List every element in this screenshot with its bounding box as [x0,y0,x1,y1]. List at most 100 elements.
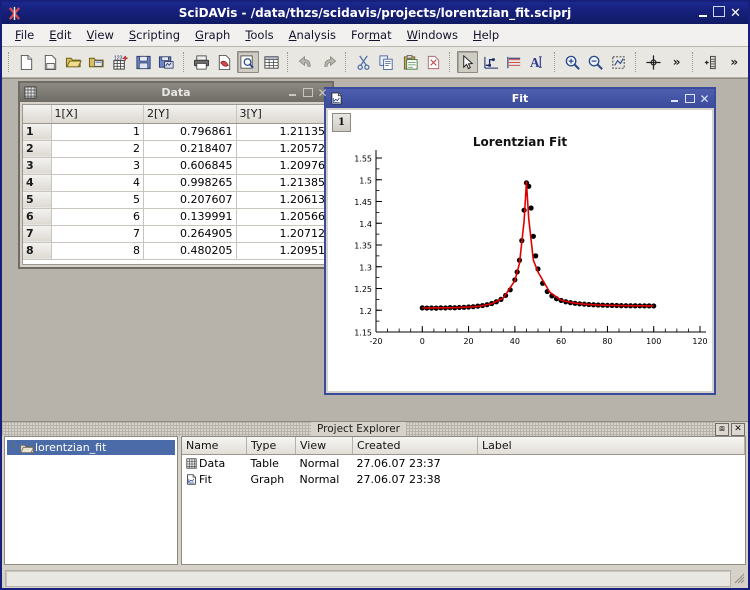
table-cell[interactable]: 1.21385 [236,174,329,191]
menu-graph[interactable]: Graph [188,25,237,45]
menu-view[interactable]: View [80,25,121,45]
row-header[interactable]: 3 [23,157,51,174]
dock-titlebar[interactable]: Project Explorer ⧈ ✕ [2,422,748,436]
table-row[interactable]: 220.2184071.20572 [23,140,329,157]
explorer-cell-created[interactable]: 27.06.07 23:37 [353,455,478,472]
explorer-row[interactable]: FitGraphNormal27.06.07 23:38 [182,471,745,487]
zoom-out-icon[interactable] [585,51,606,73]
column-header-3[interactable]: 3[Y] [236,105,329,123]
explorer-column-created[interactable]: Created [353,437,478,455]
table-cell[interactable]: 0.264905 [144,225,237,242]
open-template-icon[interactable] [86,51,107,73]
table-cell[interactable]: 0.139991 [144,208,237,225]
table-cell[interactable]: 0.480205 [144,242,237,259]
column-header-2[interactable]: 2[Y] [144,105,237,123]
print-preview-icon[interactable] [237,51,258,73]
zoom-in-icon[interactable] [562,51,583,73]
close-icon[interactable]: ✕ [698,92,711,105]
table-cell[interactable]: 4 [51,174,144,191]
paste-icon[interactable] [399,51,420,73]
move-cursor-icon[interactable] [643,51,664,73]
pointer-tool-icon[interactable] [457,51,478,73]
table-cell[interactable]: 1.20951 [236,242,329,259]
table-cell[interactable]: 1.20712 [236,225,329,242]
new-table-icon[interactable]: 123 [109,51,130,73]
explorer-row[interactable]: DataTableNormal27.06.07 23:37 [182,455,745,472]
delete-icon[interactable] [423,51,444,73]
table-row[interactable]: 550.2076071.20613 [23,191,329,208]
menu-scripting[interactable]: Scripting [122,25,187,45]
table-row[interactable]: 660.1399911.20566 [23,208,329,225]
table-cell[interactable]: 1 [51,123,144,140]
redo-icon[interactable] [318,51,339,73]
explorer-cell-view[interactable]: Normal [296,471,353,487]
table-cell[interactable]: 6 [51,208,144,225]
table-row[interactable]: 330.6068451.20976 [23,157,329,174]
dock-grip-right[interactable] [406,422,715,436]
row-header[interactable]: 2 [23,140,51,157]
table-corner-cell[interactable] [23,105,51,123]
table-cell[interactable]: 1.20566 [236,208,329,225]
maximize-icon[interactable] [683,92,696,105]
dock-grip-left[interactable] [2,422,311,436]
minimize-icon[interactable] [668,92,681,105]
explorer-cell-name[interactable]: Fit [182,471,247,487]
tree-item-lorentzian-fit[interactable]: └ lorentzian_fit [7,440,175,455]
table-cell[interactable]: 0.998265 [144,174,237,191]
data-reader-icon[interactable] [480,51,501,73]
minimize-icon[interactable] [695,6,710,20]
cut-icon[interactable] [353,51,374,73]
screen-reader-icon[interactable] [504,51,525,73]
toolbar-overflow-icon[interactable]: » [724,51,745,73]
close-icon[interactable]: ✕ [316,86,329,99]
save-project-icon[interactable] [133,51,154,73]
row-header[interactable]: 6 [23,208,51,225]
explorer-cell-type[interactable]: Graph [247,471,296,487]
table-row[interactable]: 880.4802051.20951 [23,242,329,259]
new-project-icon[interactable] [16,51,37,73]
table-row[interactable]: 770.2649051.20712 [23,225,329,242]
table-cell[interactable]: 0.207607 [144,191,237,208]
menu-analysis[interactable]: Analysis [282,25,343,45]
export-pdf-icon[interactable] [214,51,235,73]
explorer-cell-type[interactable]: Table [247,455,296,472]
open-project-icon[interactable] [63,51,84,73]
data-table-area[interactable]: 1[X] 2[Y] 3[Y] 110.7968611.21135220.2184… [22,104,330,265]
row-header[interactable]: 4 [23,174,51,191]
copy-icon[interactable] [376,51,397,73]
table-row[interactable]: 440.9982651.21385 [23,174,329,191]
table-cell[interactable]: 0.218407 [144,140,237,157]
new-matrix-icon[interactable] [261,51,282,73]
menu-help[interactable]: Help [466,25,506,45]
table-row[interactable]: 110.7968611.21135 [23,123,329,140]
table-cell[interactable]: 0.606845 [144,157,237,174]
undo-icon[interactable] [295,51,316,73]
table-cell[interactable]: 1.20976 [236,157,329,174]
explorer-cell-label[interactable] [478,471,745,487]
table-cell[interactable]: 1.20613 [236,191,329,208]
save-as-icon[interactable] [156,51,177,73]
column-header-1[interactable]: 1[X] [51,105,144,123]
toolbar-overflow-icon[interactable]: » [666,51,687,73]
minimize-icon[interactable] [286,86,299,99]
undock-icon[interactable]: ⧈ [715,423,729,436]
table-cell[interactable]: 7 [51,225,144,242]
graph-canvas[interactable]: 1 Lorentzian Fit 1.151.21.251.31.351.41.… [328,110,712,391]
print-icon[interactable] [191,51,212,73]
table-cell[interactable]: 0.796861 [144,123,237,140]
data-table-window[interactable]: Data ✕ 1[X] 2[Y] 3[Y] [18,81,334,269]
explorer-cell-created[interactable]: 27.06.07 23:38 [353,471,478,487]
menu-tools[interactable]: Tools [238,25,280,45]
menu-format[interactable]: Format [344,25,399,45]
table-cell[interactable]: 1.20572 [236,140,329,157]
table-cell[interactable]: 1.21135 [236,123,329,140]
resize-grip[interactable] [733,572,745,584]
tree-expander[interactable]: └ [7,442,19,453]
zoom-fit-icon[interactable] [608,51,629,73]
row-header[interactable]: 8 [23,242,51,259]
close-icon[interactable]: ✕ [731,423,745,436]
table-cell[interactable]: 5 [51,191,144,208]
menu-edit[interactable]: Edit [42,25,78,45]
maximize-icon[interactable] [713,6,725,17]
project-object-list[interactable]: Name Type View Created Label DataTableNo… [181,436,746,565]
